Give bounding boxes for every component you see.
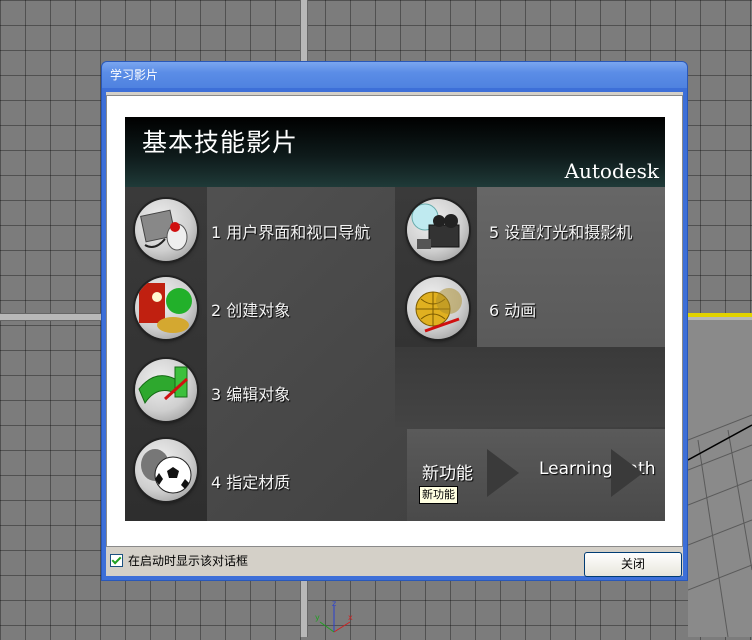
- movie-item-6-label: 6 动画: [489, 301, 537, 320]
- axis-tripod-icon: z x y: [314, 598, 354, 636]
- movies-panel: 基本技能影片 Autodesk 1 用户界面和视口导航 2 创建对象 3 编辑对…: [125, 117, 665, 521]
- animation-sphere-icon: [407, 277, 469, 339]
- show-on-startup-checkbox[interactable]: 在启动时显示该对话框: [110, 552, 248, 569]
- axis-y-label: y: [315, 613, 320, 622]
- light-camera-icon: [407, 199, 469, 261]
- axis-x-label: x: [348, 613, 353, 622]
- movie-item-5-label: 5 设置灯光和摄影机: [489, 223, 633, 242]
- play-arrow-icon: [611, 449, 643, 497]
- checkbox-icon[interactable]: [110, 554, 123, 567]
- new-features-button[interactable]: 新功能: [407, 429, 531, 521]
- movie-item-1[interactable]: 1 用户界面和视口导航: [125, 195, 395, 265]
- dialog-title[interactable]: 学习影片: [102, 62, 687, 88]
- dialog-client: 基本技能影片 Autodesk 1 用户界面和视口导航 2 创建对象 3 编辑对…: [106, 92, 683, 577]
- movie-item-3-label: 3 编辑对象: [211, 385, 291, 404]
- edit-objects-icon: [135, 359, 197, 421]
- learning-path-button[interactable]: Learning Path: [531, 429, 665, 521]
- play-arrow-icon: [487, 449, 519, 497]
- show-on-startup-label: 在启动时显示该对话框: [128, 554, 249, 568]
- mouse-icon: [135, 199, 197, 261]
- movie-item-6[interactable]: 6 动画: [395, 275, 665, 345]
- right-dark-band: [395, 347, 665, 427]
- movie-item-4[interactable]: 4 指定材质: [125, 435, 395, 513]
- movie-item-4-label: 4 指定材质: [211, 473, 291, 492]
- axis-z-label: z: [332, 599, 336, 608]
- soccer-ball-icon: [135, 439, 197, 501]
- tooltip: 新功能: [419, 486, 458, 504]
- header-title: 基本技能影片: [142, 128, 299, 157]
- learning-movies-dialog: 学习影片 基本技能影片 Autodesk 1 用户界面和视口导航 2 创建对象 …: [101, 61, 688, 581]
- movie-item-1-label: 1 用户界面和视口导航: [211, 223, 371, 242]
- active-viewport-border: [688, 313, 752, 317]
- content-frame: 基本技能影片 Autodesk 1 用户界面和视口导航 2 创建对象 3 编辑对…: [106, 95, 683, 547]
- movie-item-2[interactable]: 2 创建对象: [125, 275, 395, 345]
- movie-item-3[interactable]: 3 编辑对象: [125, 355, 395, 425]
- create-objects-icon: [135, 277, 197, 339]
- panel-header: 基本技能影片 Autodesk: [125, 117, 665, 187]
- perspective-viewport[interactable]: [688, 320, 752, 637]
- close-button[interactable]: 关闭: [584, 552, 682, 577]
- autodesk-logo: Autodesk: [564, 159, 659, 183]
- new-features-label: 新功能: [422, 464, 473, 484]
- movie-item-5[interactable]: 5 设置灯光和摄影机: [395, 195, 665, 265]
- movie-item-2-label: 2 创建对象: [211, 301, 291, 320]
